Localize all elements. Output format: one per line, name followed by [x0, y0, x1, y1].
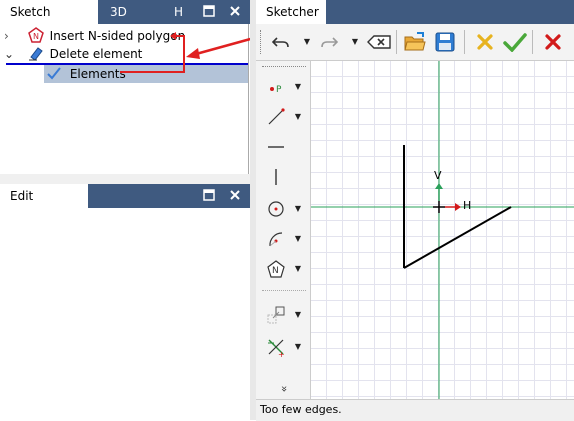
redo-button[interactable]	[316, 29, 342, 55]
undo-dropdown-icon[interactable]: ▼	[302, 37, 312, 47]
save-disk-icon	[435, 32, 455, 52]
cancel-changes-button[interactable]	[472, 29, 498, 55]
clear-button[interactable]	[366, 29, 392, 55]
green-check-icon	[503, 33, 527, 52]
horizontal-line-icon	[268, 146, 284, 148]
status-message: Too few edges.	[260, 403, 342, 416]
horizontal-line-button[interactable]	[262, 134, 290, 160]
redo-icon	[321, 37, 338, 48]
circle-icon	[268, 201, 284, 217]
status-bar: Too few edges.	[256, 399, 574, 421]
tab-sketcher[interactable]: Sketcher	[256, 0, 326, 24]
sketcher-tab-bar: Sketcher	[256, 0, 574, 24]
panel-splitter[interactable]	[0, 174, 250, 184]
yellow-x-icon	[477, 34, 493, 50]
side-toolbar-more-icon[interactable]: »	[277, 382, 291, 396]
point-tool-button[interactable]: P	[262, 74, 290, 100]
arc-tool-dropdown-icon[interactable]: ▼	[293, 234, 303, 244]
undo-icon	[272, 37, 289, 48]
vertical-line-icon	[275, 169, 277, 185]
line-tool-dropdown-icon[interactable]: ▼	[293, 112, 303, 122]
toolbar-separator	[532, 30, 533, 54]
circle-tool-button[interactable]	[262, 196, 290, 222]
h-axis-label: H	[463, 199, 472, 212]
side-toolbar-grip	[262, 66, 306, 70]
sketch-line-diagonal	[403, 206, 512, 269]
polygon-tool-dropdown-icon[interactable]: ▼	[293, 264, 303, 274]
side-toolbar-separator	[262, 290, 306, 292]
svg-text:+: +	[278, 350, 285, 357]
tab-edit-element[interactable]: Edit element	[0, 184, 88, 227]
circle-tool-dropdown-icon[interactable]: ▼	[293, 204, 303, 214]
line-tool-button[interactable]	[262, 104, 290, 130]
arc-icon	[269, 232, 283, 247]
point-icon: P	[270, 85, 282, 95]
point-tool-dropdown-icon[interactable]: ▼	[293, 82, 303, 92]
redo-dropdown-icon[interactable]: ▼	[350, 37, 360, 47]
open-button[interactable]	[402, 29, 428, 55]
svg-text:P: P	[276, 85, 282, 95]
accept-button[interactable]	[502, 29, 528, 55]
polygon-tool-button[interactable]: N	[262, 256, 290, 282]
toolbar-separator	[464, 30, 465, 54]
line-icon	[268, 108, 285, 125]
trim-icon: +	[268, 339, 285, 357]
float-panel-icon[interactable]	[202, 189, 216, 203]
open-folder-icon	[404, 32, 426, 51]
origin-cross	[433, 201, 445, 213]
trim-tool-button[interactable]: +	[262, 334, 290, 360]
vertical-line-button[interactable]	[262, 164, 290, 190]
close-panel-icon[interactable]	[228, 189, 242, 203]
v-axis-label: V	[434, 169, 442, 182]
close-sketcher-button[interactable]	[540, 29, 566, 55]
trim-tool-dropdown-icon[interactable]: ▼	[293, 342, 303, 352]
save-button[interactable]	[432, 29, 458, 55]
sketch-canvas[interactable]: V H	[311, 61, 574, 399]
arc-tool-button[interactable]	[262, 226, 290, 252]
toolbar-separator	[396, 30, 397, 54]
toolbar-grip	[260, 30, 264, 54]
red-x-icon	[545, 34, 561, 50]
undo-button[interactable]	[268, 29, 294, 55]
backspace-icon	[367, 35, 391, 49]
transform-tool-dropdown-icon[interactable]: ▼	[293, 310, 303, 320]
transform-icon	[267, 306, 285, 324]
sketch-drawing	[311, 61, 574, 399]
n-sided-polygon-icon: N	[267, 260, 285, 278]
transform-tool-button[interactable]	[262, 302, 290, 328]
edit-element-panel	[0, 208, 250, 420]
edit-element-tab-bar: Edit element	[0, 184, 250, 227]
svg-text:N: N	[272, 266, 279, 276]
